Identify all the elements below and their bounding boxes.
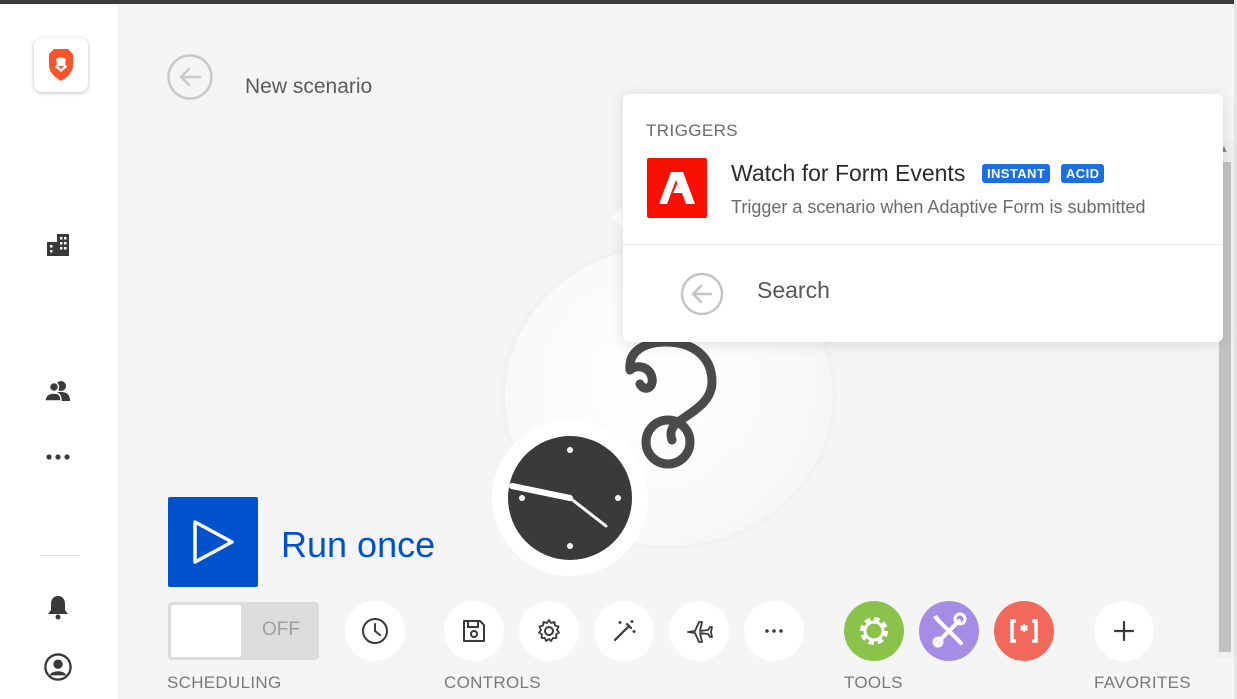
more-dots-icon: [46, 454, 70, 460]
more-controls-button[interactable]: [744, 601, 804, 661]
arrow-left-circle-icon: [167, 54, 213, 100]
gear-icon: [860, 617, 888, 645]
favorites-section-label: FAVORITES: [1094, 673, 1191, 692]
save-button[interactable]: [444, 601, 504, 661]
save-icon: [463, 620, 485, 642]
adobe-app-icon[interactable]: [647, 158, 707, 218]
settings-button[interactable]: [519, 601, 579, 661]
flow-control-tool[interactable]: [844, 601, 904, 661]
more-options-icon[interactable]: [44, 443, 72, 471]
bell-icon: [48, 596, 68, 620]
triggers-heading: TRIGGERS: [646, 121, 738, 140]
acid-badge: ACID: [1061, 164, 1105, 183]
gear-icon: [538, 619, 560, 642]
page-title[interactable]: New scenario: [245, 75, 372, 99]
add-favorite-button[interactable]: [1094, 601, 1154, 661]
user-avatar-icon: [44, 653, 72, 681]
trigger-item-description[interactable]: Trigger a scenario when Adaptive Form is…: [731, 197, 1146, 218]
explain-flow-button[interactable]: [669, 601, 729, 661]
plus-icon: [1113, 620, 1135, 642]
more-dots-icon: [765, 629, 783, 633]
clock-outline-icon: [362, 618, 388, 644]
tools-section-label: TOOLS: [844, 673, 903, 692]
back-button[interactable]: [167, 54, 213, 100]
run-once-label[interactable]: Run once: [281, 524, 435, 566]
brave-lion-icon: [49, 49, 73, 81]
magic-wand-icon: [613, 620, 636, 642]
app-logo[interactable]: [34, 38, 88, 92]
buildings-icon: [47, 234, 69, 256]
trigger-item-title[interactable]: Watch for Form Events: [731, 160, 965, 187]
scheduling-section-label: SCHEDULING: [167, 673, 282, 692]
controls-section-label: CONTROLS: [444, 673, 541, 692]
instant-badge: INSTANT: [982, 164, 1051, 183]
notifications-button[interactable]: [44, 593, 72, 621]
toggle-state-label: OFF: [262, 619, 300, 640]
popover-divider: [623, 244, 1223, 245]
users-icon: [44, 381, 70, 402]
team-icon[interactable]: [44, 377, 72, 405]
organization-icon[interactable]: [44, 231, 72, 259]
arrow-left-circle-icon: [680, 272, 724, 316]
regex-brackets-icon: [1010, 619, 1038, 643]
sidebar-divider: [40, 555, 80, 556]
tools-tool[interactable]: [919, 601, 979, 661]
text-parser-tool[interactable]: [994, 601, 1054, 661]
schedule-settings-button[interactable]: [345, 601, 405, 661]
triggers-popover: TRIGGERS Watch for Form Events INSTANT A…: [623, 94, 1223, 342]
clock-icon: [508, 436, 632, 560]
schedule-clock[interactable]: [492, 420, 648, 576]
search-link[interactable]: Search: [757, 277, 830, 304]
airplane-icon: [687, 621, 713, 643]
adobe-logo-icon: [659, 172, 695, 204]
play-icon: [193, 520, 234, 564]
run-once-button[interactable]: [168, 497, 258, 587]
search-back-button[interactable]: [680, 272, 724, 316]
wrench-screwdriver-icon: [932, 612, 967, 648]
toggle-knob: [171, 605, 241, 657]
sidebar: [0, 4, 119, 699]
auto-align-button[interactable]: [594, 601, 654, 661]
profile-button[interactable]: [44, 653, 72, 681]
